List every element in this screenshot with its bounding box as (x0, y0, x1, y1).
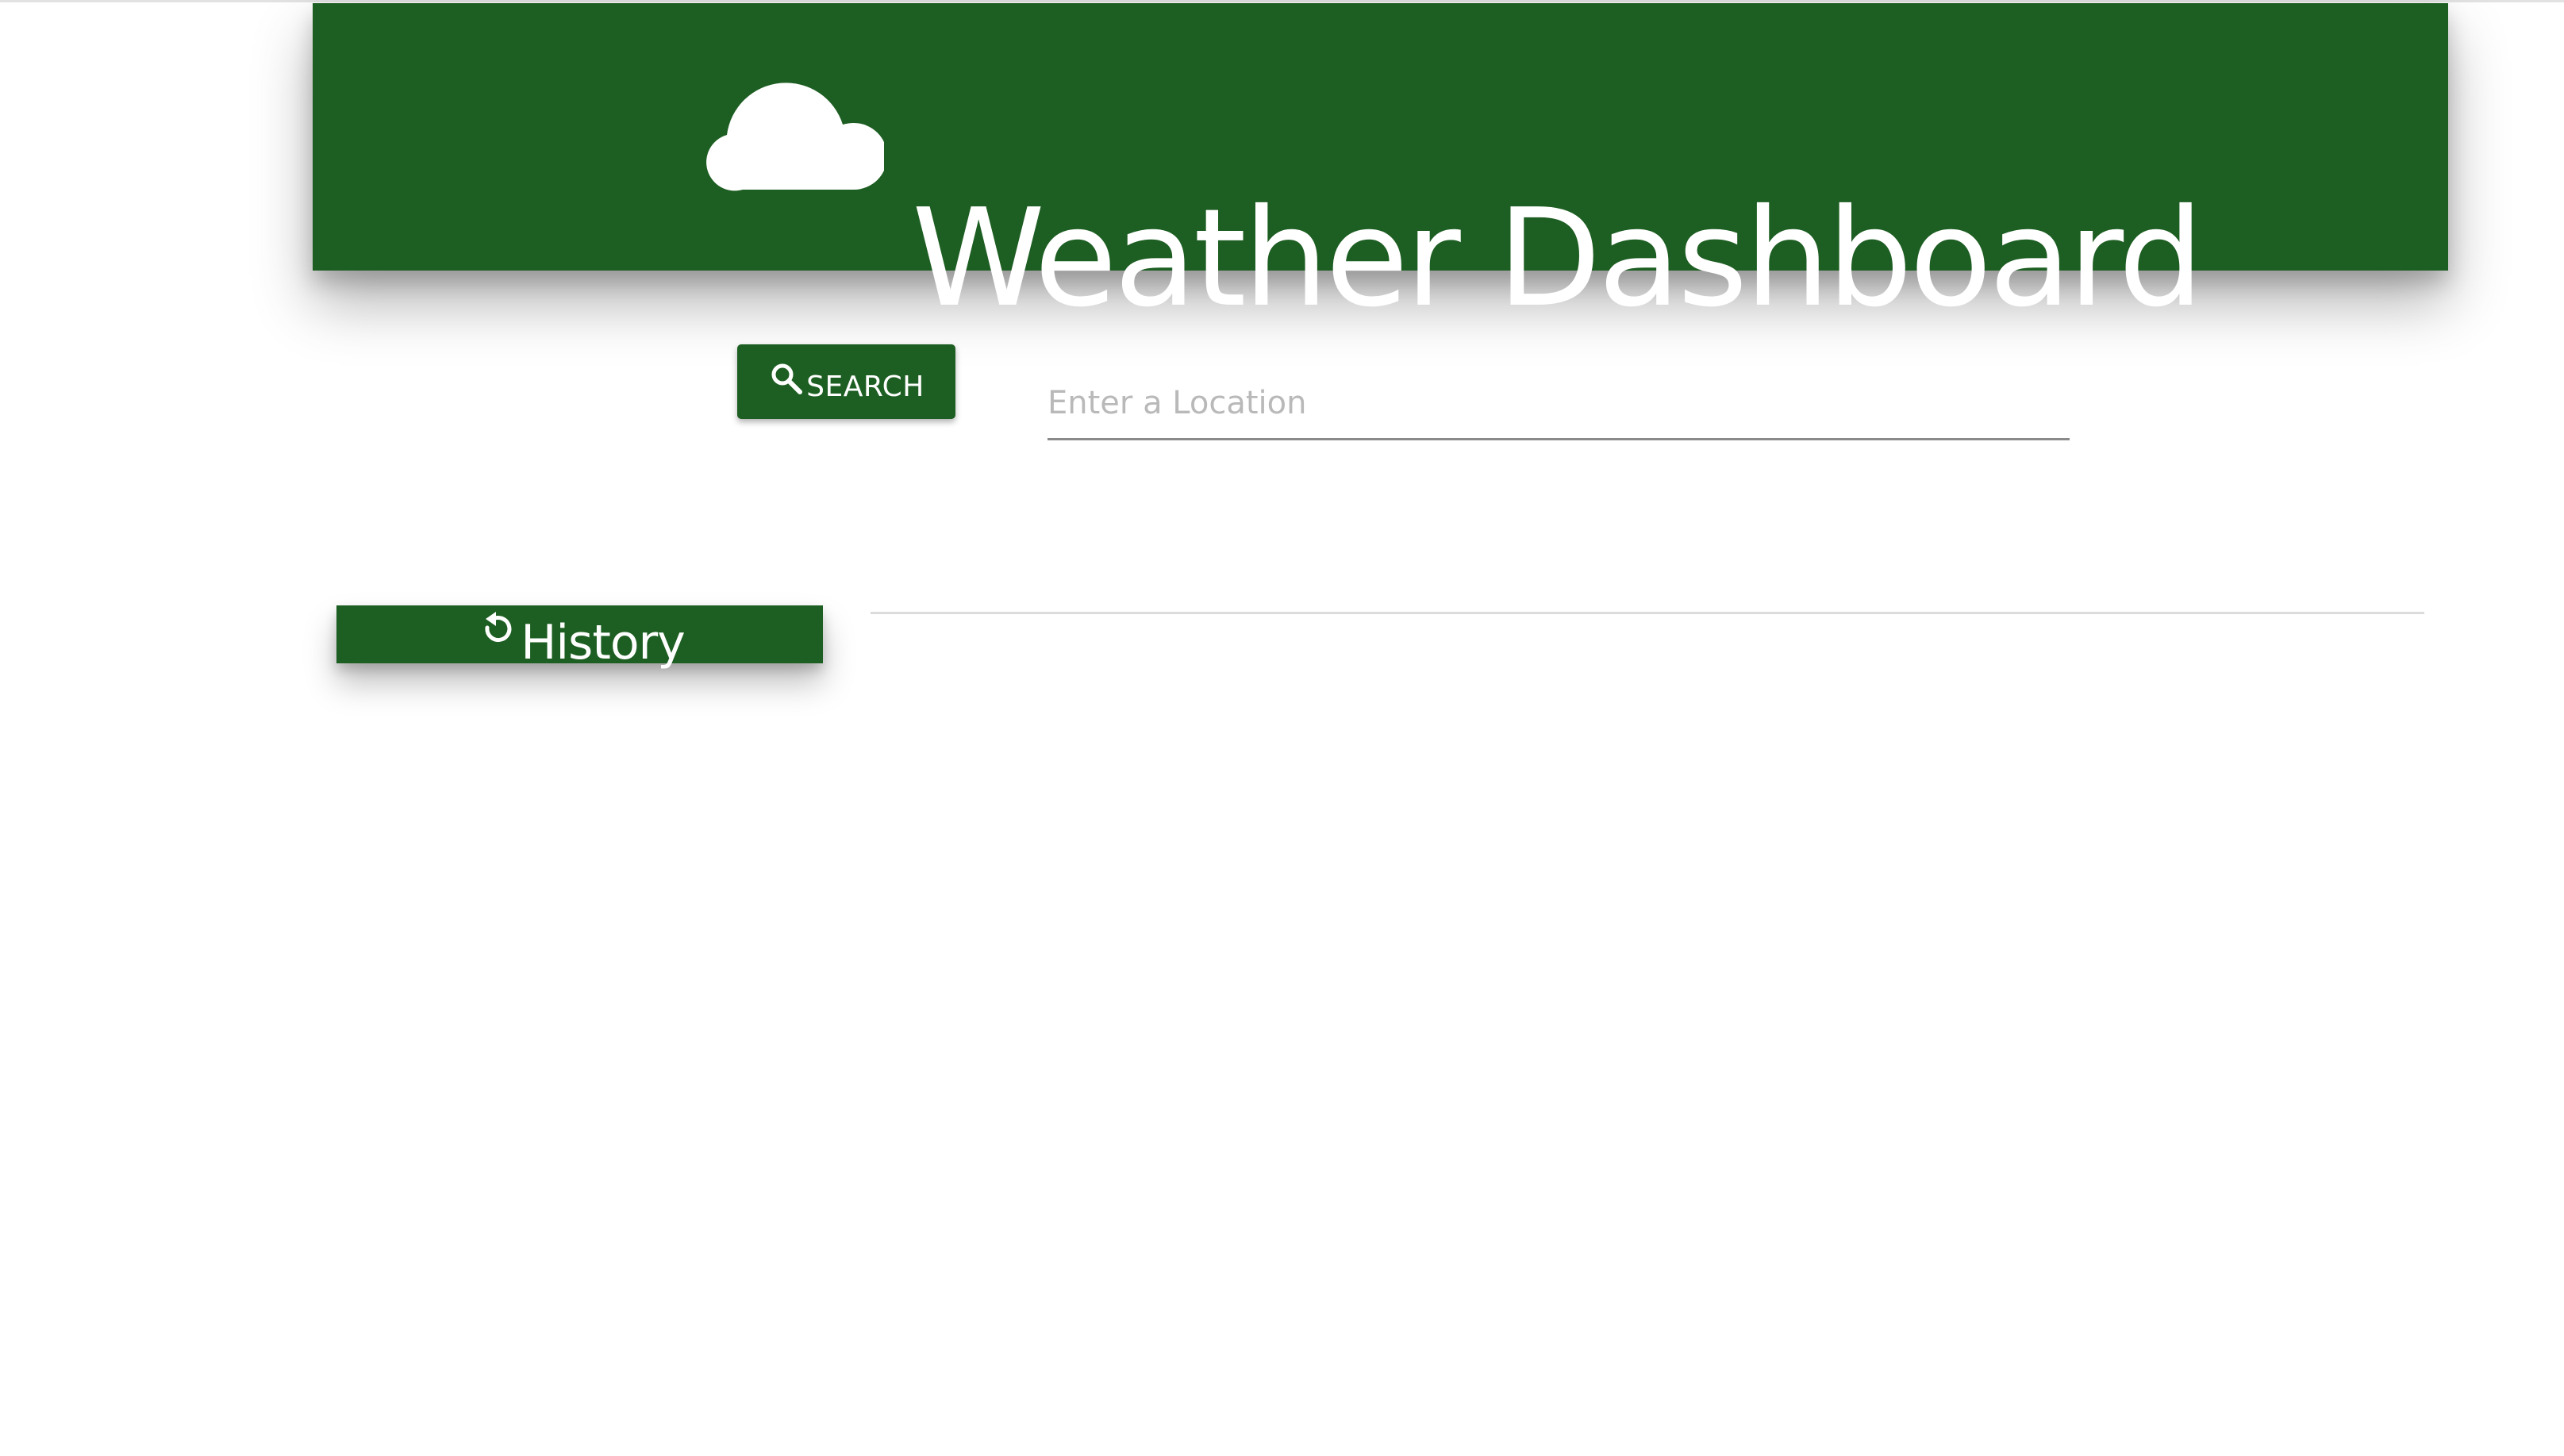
top-border-line (0, 0, 2564, 2)
history-icon (475, 609, 519, 653)
location-field (1048, 357, 2070, 440)
history-tab[interactable]: History (336, 605, 823, 670)
weather-dashboard-page: Weather Dashboard SEARCH History (0, 0, 2564, 1456)
history-label: History (521, 614, 685, 670)
cloud-icon (686, 59, 887, 202)
search-icon (768, 360, 805, 397)
search-button[interactable]: SEARCH (737, 344, 955, 419)
history-divider (871, 612, 2424, 614)
app-header: Weather Dashboard (313, 3, 2448, 337)
location-input[interactable] (1048, 357, 2070, 440)
search-button-label: SEARCH (806, 370, 925, 403)
page-title: Weather Dashboard (912, 179, 2204, 337)
